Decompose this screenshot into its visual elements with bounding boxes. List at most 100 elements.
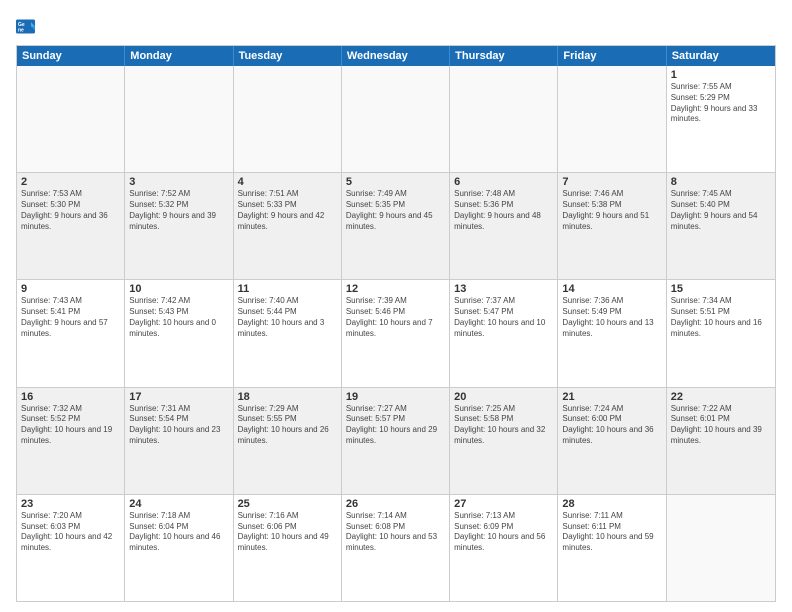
day-number: 13 bbox=[454, 283, 553, 295]
day-number: 20 bbox=[454, 391, 553, 403]
calendar-cell: 14Sunrise: 7:36 AM Sunset: 5:49 PM Dayli… bbox=[558, 280, 666, 386]
calendar-header-cell: Monday bbox=[125, 46, 233, 66]
calendar-header: SundayMondayTuesdayWednesdayThursdayFrid… bbox=[17, 46, 775, 66]
day-number: 12 bbox=[346, 283, 445, 295]
day-number: 7 bbox=[562, 176, 661, 188]
day-number: 9 bbox=[21, 283, 120, 295]
calendar-cell: 12Sunrise: 7:39 AM Sunset: 5:46 PM Dayli… bbox=[342, 280, 450, 386]
day-info: Sunrise: 7:45 AM Sunset: 5:40 PM Dayligh… bbox=[671, 189, 771, 232]
calendar-cell: 27Sunrise: 7:13 AM Sunset: 6:09 PM Dayli… bbox=[450, 495, 558, 601]
day-info: Sunrise: 7:14 AM Sunset: 6:08 PM Dayligh… bbox=[346, 511, 445, 554]
calendar-cell: 16Sunrise: 7:32 AM Sunset: 5:52 PM Dayli… bbox=[17, 388, 125, 494]
day-info: Sunrise: 7:25 AM Sunset: 5:58 PM Dayligh… bbox=[454, 404, 553, 447]
day-number: 10 bbox=[129, 283, 228, 295]
calendar-header-cell: Thursday bbox=[450, 46, 558, 66]
calendar-cell: 18Sunrise: 7:29 AM Sunset: 5:55 PM Dayli… bbox=[234, 388, 342, 494]
day-number: 8 bbox=[671, 176, 771, 188]
calendar-cell: 22Sunrise: 7:22 AM Sunset: 6:01 PM Dayli… bbox=[667, 388, 775, 494]
day-info: Sunrise: 7:29 AM Sunset: 5:55 PM Dayligh… bbox=[238, 404, 337, 447]
day-info: Sunrise: 7:13 AM Sunset: 6:09 PM Dayligh… bbox=[454, 511, 553, 554]
calendar-cell: 3Sunrise: 7:52 AM Sunset: 5:32 PM Daylig… bbox=[125, 173, 233, 279]
calendar-cell: 17Sunrise: 7:31 AM Sunset: 5:54 PM Dayli… bbox=[125, 388, 233, 494]
calendar-cell: 19Sunrise: 7:27 AM Sunset: 5:57 PM Dayli… bbox=[342, 388, 450, 494]
day-number: 5 bbox=[346, 176, 445, 188]
day-info: Sunrise: 7:43 AM Sunset: 5:41 PM Dayligh… bbox=[21, 296, 120, 339]
calendar-row: 1Sunrise: 7:55 AM Sunset: 5:29 PM Daylig… bbox=[17, 66, 775, 173]
day-info: Sunrise: 7:18 AM Sunset: 6:04 PM Dayligh… bbox=[129, 511, 228, 554]
calendar-cell: 10Sunrise: 7:42 AM Sunset: 5:43 PM Dayli… bbox=[125, 280, 233, 386]
day-number: 25 bbox=[238, 498, 337, 510]
day-number: 19 bbox=[346, 391, 445, 403]
day-number: 2 bbox=[21, 176, 120, 188]
day-number: 14 bbox=[562, 283, 661, 295]
calendar-row: 16Sunrise: 7:32 AM Sunset: 5:52 PM Dayli… bbox=[17, 388, 775, 495]
day-info: Sunrise: 7:49 AM Sunset: 5:35 PM Dayligh… bbox=[346, 189, 445, 232]
day-number: 22 bbox=[671, 391, 771, 403]
calendar-cell bbox=[342, 66, 450, 172]
calendar-body: 1Sunrise: 7:55 AM Sunset: 5:29 PM Daylig… bbox=[17, 66, 775, 601]
day-info: Sunrise: 7:31 AM Sunset: 5:54 PM Dayligh… bbox=[129, 404, 228, 447]
calendar-cell: 7Sunrise: 7:46 AM Sunset: 5:38 PM Daylig… bbox=[558, 173, 666, 279]
svg-text:ne: ne bbox=[18, 27, 24, 33]
day-number: 21 bbox=[562, 391, 661, 403]
day-info: Sunrise: 7:40 AM Sunset: 5:44 PM Dayligh… bbox=[238, 296, 337, 339]
day-info: Sunrise: 7:39 AM Sunset: 5:46 PM Dayligh… bbox=[346, 296, 445, 339]
calendar-cell: 9Sunrise: 7:43 AM Sunset: 5:41 PM Daylig… bbox=[17, 280, 125, 386]
calendar-cell: 21Sunrise: 7:24 AM Sunset: 6:00 PM Dayli… bbox=[558, 388, 666, 494]
day-number: 26 bbox=[346, 498, 445, 510]
day-number: 11 bbox=[238, 283, 337, 295]
day-number: 28 bbox=[562, 498, 661, 510]
calendar-header-cell: Tuesday bbox=[234, 46, 342, 66]
calendar-cell bbox=[17, 66, 125, 172]
day-number: 23 bbox=[21, 498, 120, 510]
calendar-cell: 13Sunrise: 7:37 AM Sunset: 5:47 PM Dayli… bbox=[450, 280, 558, 386]
day-number: 3 bbox=[129, 176, 228, 188]
day-info: Sunrise: 7:53 AM Sunset: 5:30 PM Dayligh… bbox=[21, 189, 120, 232]
calendar-cell: 6Sunrise: 7:48 AM Sunset: 5:36 PM Daylig… bbox=[450, 173, 558, 279]
day-info: Sunrise: 7:20 AM Sunset: 6:03 PM Dayligh… bbox=[21, 511, 120, 554]
day-info: Sunrise: 7:22 AM Sunset: 6:01 PM Dayligh… bbox=[671, 404, 771, 447]
calendar-cell: 2Sunrise: 7:53 AM Sunset: 5:30 PM Daylig… bbox=[17, 173, 125, 279]
day-info: Sunrise: 7:37 AM Sunset: 5:47 PM Dayligh… bbox=[454, 296, 553, 339]
calendar-row: 9Sunrise: 7:43 AM Sunset: 5:41 PM Daylig… bbox=[17, 280, 775, 387]
day-number: 24 bbox=[129, 498, 228, 510]
day-number: 6 bbox=[454, 176, 553, 188]
calendar-cell: 23Sunrise: 7:20 AM Sunset: 6:03 PM Dayli… bbox=[17, 495, 125, 601]
calendar-cell: 26Sunrise: 7:14 AM Sunset: 6:08 PM Dayli… bbox=[342, 495, 450, 601]
calendar-row: 23Sunrise: 7:20 AM Sunset: 6:03 PM Dayli… bbox=[17, 495, 775, 601]
calendar-cell: 11Sunrise: 7:40 AM Sunset: 5:44 PM Dayli… bbox=[234, 280, 342, 386]
calendar-header-cell: Sunday bbox=[17, 46, 125, 66]
calendar-cell: 4Sunrise: 7:51 AM Sunset: 5:33 PM Daylig… bbox=[234, 173, 342, 279]
day-number: 15 bbox=[671, 283, 771, 295]
logo: Ge ne bbox=[16, 16, 38, 37]
calendar: SundayMondayTuesdayWednesdayThursdayFrid… bbox=[16, 45, 776, 602]
calendar-cell: 5Sunrise: 7:49 AM Sunset: 5:35 PM Daylig… bbox=[342, 173, 450, 279]
calendar-cell bbox=[125, 66, 233, 172]
calendar-header-cell: Saturday bbox=[667, 46, 775, 66]
day-number: 18 bbox=[238, 391, 337, 403]
day-info: Sunrise: 7:51 AM Sunset: 5:33 PM Dayligh… bbox=[238, 189, 337, 232]
day-info: Sunrise: 7:11 AM Sunset: 6:11 PM Dayligh… bbox=[562, 511, 661, 554]
day-info: Sunrise: 7:55 AM Sunset: 5:29 PM Dayligh… bbox=[671, 82, 771, 125]
calendar-cell: 15Sunrise: 7:34 AM Sunset: 5:51 PM Dayli… bbox=[667, 280, 775, 386]
day-info: Sunrise: 7:46 AM Sunset: 5:38 PM Dayligh… bbox=[562, 189, 661, 232]
calendar-cell bbox=[234, 66, 342, 172]
day-info: Sunrise: 7:52 AM Sunset: 5:32 PM Dayligh… bbox=[129, 189, 228, 232]
day-info: Sunrise: 7:42 AM Sunset: 5:43 PM Dayligh… bbox=[129, 296, 228, 339]
calendar-cell: 28Sunrise: 7:11 AM Sunset: 6:11 PM Dayli… bbox=[558, 495, 666, 601]
day-number: 1 bbox=[671, 69, 771, 81]
day-info: Sunrise: 7:48 AM Sunset: 5:36 PM Dayligh… bbox=[454, 189, 553, 232]
calendar-row: 2Sunrise: 7:53 AM Sunset: 5:30 PM Daylig… bbox=[17, 173, 775, 280]
day-number: 16 bbox=[21, 391, 120, 403]
day-number: 17 bbox=[129, 391, 228, 403]
day-info: Sunrise: 7:32 AM Sunset: 5:52 PM Dayligh… bbox=[21, 404, 120, 447]
page-header: Ge ne bbox=[16, 16, 776, 37]
calendar-cell: 24Sunrise: 7:18 AM Sunset: 6:04 PM Dayli… bbox=[125, 495, 233, 601]
calendar-cell: 8Sunrise: 7:45 AM Sunset: 5:40 PM Daylig… bbox=[667, 173, 775, 279]
calendar-cell: 20Sunrise: 7:25 AM Sunset: 5:58 PM Dayli… bbox=[450, 388, 558, 494]
calendar-cell: 25Sunrise: 7:16 AM Sunset: 6:06 PM Dayli… bbox=[234, 495, 342, 601]
day-info: Sunrise: 7:27 AM Sunset: 5:57 PM Dayligh… bbox=[346, 404, 445, 447]
logo-icon: Ge ne bbox=[16, 17, 36, 37]
day-info: Sunrise: 7:24 AM Sunset: 6:00 PM Dayligh… bbox=[562, 404, 661, 447]
calendar-cell bbox=[450, 66, 558, 172]
